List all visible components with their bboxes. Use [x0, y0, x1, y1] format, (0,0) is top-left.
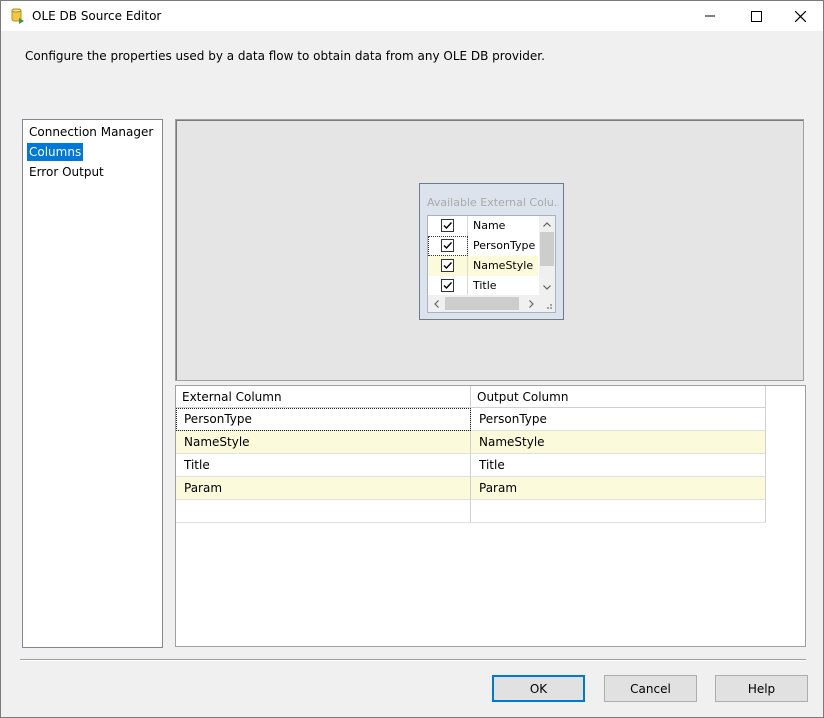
horizontal-scrollbar[interactable] — [428, 295, 539, 312]
table-row — [176, 500, 766, 523]
column-name: NameStyle — [473, 259, 534, 272]
vertical-scrollbar[interactable] — [539, 216, 555, 295]
resize-grip-icon[interactable] — [539, 295, 555, 312]
table-row: Title Title — [176, 454, 766, 477]
scroll-down-arrow-icon[interactable] — [539, 279, 555, 295]
help-button[interactable]: Help — [715, 675, 808, 702]
table-row: NameStyle NameStyle — [176, 431, 766, 454]
external-column-cell[interactable]: PersonType — [176, 408, 471, 431]
column-mapping-grid: External Column Output Column PersonType… — [175, 385, 806, 647]
nav-item-columns[interactable]: Columns — [27, 143, 84, 161]
ole-db-source-icon — [10, 8, 26, 25]
column-row[interactable]: NameStyle — [428, 256, 538, 276]
column-row[interactable]: Title — [428, 276, 538, 296]
column-checkbox[interactable] — [441, 259, 454, 272]
grid-header: External Column Output Column — [176, 386, 766, 408]
maximize-button[interactable] — [733, 1, 779, 31]
minimize-icon — [705, 11, 715, 21]
table-row: Param Param — [176, 477, 766, 500]
table-row: PersonType PersonType — [176, 408, 766, 431]
scroll-right-arrow-icon[interactable] — [523, 295, 539, 312]
maximize-icon — [750, 10, 762, 22]
column-checkbox[interactable] — [441, 239, 454, 252]
scroll-up-arrow-icon[interactable] — [539, 216, 555, 232]
window-title: OLE DB Source Editor — [32, 9, 162, 23]
external-column-cell[interactable]: Title — [176, 454, 471, 477]
available-columns-table[interactable]: Available External Colu... Name PersonTy… — [419, 183, 564, 320]
external-column-cell[interactable]: Param — [176, 477, 471, 500]
checkmark-icon — [443, 222, 453, 230]
header-external-column[interactable]: External Column — [176, 386, 471, 408]
ok-button[interactable]: OK — [492, 675, 585, 702]
header-output-column[interactable]: Output Column — [471, 386, 766, 408]
ole-db-source-editor-window: OLE DB Source Editor Configure the prope… — [0, 0, 824, 718]
checkmark-icon — [443, 282, 453, 290]
scroll-left-arrow-icon[interactable] — [428, 295, 444, 312]
checkmark-icon — [443, 262, 453, 270]
available-columns-list: Name PersonType NameStyle Title — [427, 215, 556, 313]
column-name: PersonType — [473, 239, 536, 252]
output-column-cell[interactable]: Title — [471, 454, 766, 477]
output-column-cell[interactable] — [471, 500, 766, 523]
column-checkbox[interactable] — [441, 279, 454, 292]
checkmark-icon — [443, 242, 453, 250]
description-text: Configure the properties used by a data … — [25, 49, 545, 63]
nav-item-error-output[interactable]: Error Output — [27, 163, 106, 181]
column-row[interactable]: PersonType — [428, 236, 538, 256]
available-columns-title: Available External Colu... — [427, 196, 559, 209]
close-button[interactable] — [777, 1, 823, 31]
external-column-cell[interactable] — [176, 500, 471, 523]
minimize-button[interactable] — [687, 1, 733, 31]
cancel-button[interactable]: Cancel — [604, 675, 697, 702]
columns-diagram-area: Available External Colu... Name PersonTy… — [175, 119, 804, 381]
title-bar[interactable]: OLE DB Source Editor — [1, 1, 823, 31]
vertical-scroll-thumb[interactable] — [540, 232, 554, 266]
nav-item-connection-manager[interactable]: Connection Manager — [27, 123, 155, 141]
output-column-cell[interactable]: Param — [471, 477, 766, 500]
footer-divider — [20, 659, 806, 661]
output-column-cell[interactable]: NameStyle — [471, 431, 766, 454]
column-checkbox[interactable] — [441, 219, 454, 232]
close-icon — [794, 10, 806, 22]
external-column-cell[interactable]: NameStyle — [176, 431, 471, 454]
horizontal-scroll-thumb[interactable] — [445, 297, 519, 310]
column-name: Name — [473, 219, 506, 232]
column-row[interactable]: Name — [428, 216, 538, 236]
column-name: Title — [473, 279, 497, 292]
page-navigation-list: Connection Manager Columns Error Output — [22, 119, 163, 648]
output-column-cell[interactable]: PersonType — [471, 408, 766, 431]
